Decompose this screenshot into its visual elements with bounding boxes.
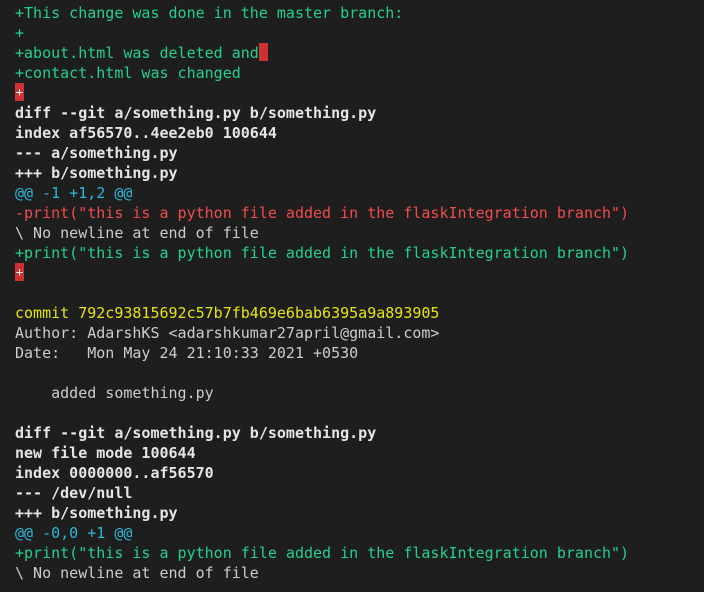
commit-author-line: Author: AdarshKS <adarshkumar27april@gma… <box>15 323 704 343</box>
diff-header-line: diff --git a/something.py b/something.py <box>15 423 704 443</box>
line-text: Date: Mon May 24 21:10:33 2021 +0530 <box>15 344 359 362</box>
diff-added-line: + <box>15 23 704 43</box>
diff-whitespace-line: + <box>15 263 704 283</box>
line-text: new file mode 100644 <box>15 444 196 462</box>
line-text: commit 792c93815692c57b7fb469e6bab6395a9… <box>15 304 440 322</box>
diff-added-line: +contact.html was changed <box>15 63 704 83</box>
line-text: index af56570..4ee2eb0 100644 <box>15 124 277 142</box>
diff-header-line: index af56570..4ee2eb0 100644 <box>15 123 704 143</box>
line-text: +print("this is a python file added in t… <box>15 544 630 562</box>
diff-hunk-header: @@ -1 +1,2 @@ <box>15 183 704 203</box>
trailing-whitespace-marker <box>258 43 268 61</box>
line-text: -print("this is a python file added in t… <box>15 204 630 222</box>
diff-whitespace-line: + <box>15 83 704 103</box>
diff-header-line: +++ b/something.py <box>15 163 704 183</box>
line-text: +about.html was deleted and <box>15 44 259 62</box>
diff-header-line: --- /dev/null <box>15 483 704 503</box>
line-text: +++ b/something.py <box>15 504 178 522</box>
line-text: \ No newline at end of file <box>15 224 259 242</box>
terminal-output: +This change was done in the master bran… <box>0 0 704 592</box>
line-text: --- /dev/null <box>15 484 133 502</box>
diff-header-line: +++ b/something.py <box>15 503 704 523</box>
line-text: Author: AdarshKS <adarshkumar27april@gma… <box>15 324 440 342</box>
line-text: --- a/something.py <box>15 144 178 162</box>
diff-header-line: new file mode 100644 <box>15 443 704 463</box>
diff-hunk-header: @@ -0,0 +1 @@ <box>15 523 704 543</box>
line-text: @@ -1 +1,2 @@ <box>15 184 133 202</box>
line-text: \ No newline at end of file <box>15 564 259 582</box>
diff-added-line: +This change was done in the master bran… <box>15 3 704 23</box>
line-text: +contact.html was changed <box>15 64 241 82</box>
diff-header-line: --- a/something.py <box>15 143 704 163</box>
diff-added-line: +print("this is a python file added in t… <box>15 543 704 563</box>
line-text: +print("this is a python file added in t… <box>15 244 630 262</box>
diff-added-line: +about.html was deleted and <box>15 43 704 63</box>
diff-removed-line: -print("this is a python file added in t… <box>15 203 704 223</box>
commit-hash-line: commit 792c93815692c57b7fb469e6bab6395a9… <box>15 303 704 323</box>
commit-date-line: Date: Mon May 24 21:10:33 2021 +0530 <box>15 343 704 363</box>
whitespace-error-marker: + <box>15 83 24 101</box>
diff-header-line: diff --git a/something.py b/something.py <box>15 103 704 123</box>
line-text: +This change was done in the master bran… <box>15 4 404 22</box>
line-text: + <box>15 24 25 42</box>
whitespace-error-marker: + <box>15 263 24 281</box>
diff-note-line: \ No newline at end of file <box>15 223 704 243</box>
line-text: added something.py <box>15 384 214 402</box>
line-text: diff --git a/something.py b/something.py <box>15 104 377 122</box>
line-text: @@ -0,0 +1 @@ <box>15 524 133 542</box>
line-text: +++ b/something.py <box>15 164 178 182</box>
diff-note-line: \ No newline at end of file <box>15 563 704 583</box>
line-text: diff --git a/something.py b/something.py <box>15 424 377 442</box>
diff-header-line: index 0000000..af56570 <box>15 463 704 483</box>
commit-message-line: added something.py <box>15 383 704 403</box>
line-text: index 0000000..af56570 <box>15 464 214 482</box>
diff-added-line: +print("this is a python file added in t… <box>15 243 704 263</box>
